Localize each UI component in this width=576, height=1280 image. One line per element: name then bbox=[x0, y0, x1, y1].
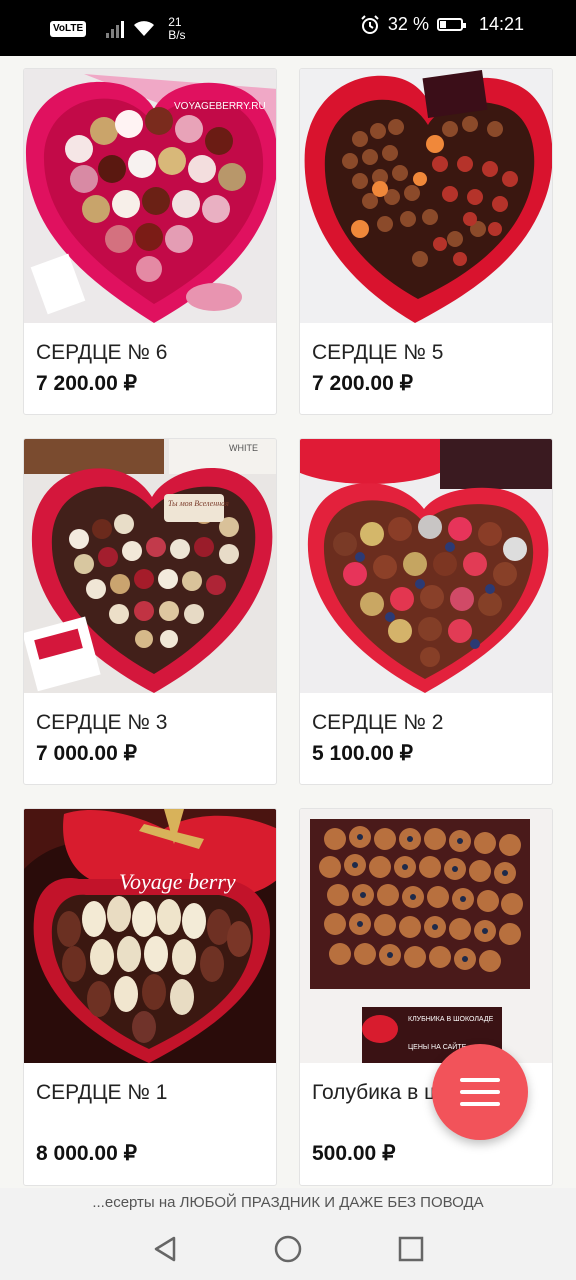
back-icon[interactable] bbox=[150, 1234, 180, 1264]
product-title[interactable]: СЕРДЦЕ № 6 bbox=[36, 337, 266, 368]
promo-marquee: ...есерты на ЛЮБОЙ ПРАЗДНИК И ДАЖЕ БЕЗ П… bbox=[0, 1188, 576, 1218]
product-title[interactable]: СЕРДЦЕ № 3 bbox=[36, 707, 266, 738]
signal-icon bbox=[106, 20, 125, 38]
home-icon[interactable] bbox=[273, 1234, 303, 1264]
battery-icon bbox=[436, 18, 466, 31]
wifi-icon bbox=[134, 21, 155, 36]
alarm-icon bbox=[361, 14, 379, 34]
battery-percent: 32 % bbox=[387, 14, 429, 34]
product-heart-text: Ты моя Вселенная bbox=[168, 499, 229, 508]
product-title[interactable]: СЕРДЦЕ № 2 bbox=[312, 707, 542, 738]
product-price: 7 000.00 ₽ bbox=[36, 742, 137, 765]
product-card[interactable]: СЕРДЦЕ № 2 5 100.00 ₽ bbox=[299, 438, 553, 785]
product-image[interactable]: Voyage berry bbox=[24, 809, 276, 1063]
recents-icon[interactable] bbox=[396, 1234, 426, 1264]
product-card[interactable]: Voyage berry СЕРДЦЕ № 1 8 000.00 ₽ bbox=[23, 808, 277, 1186]
product-price: 500.00 ₽ bbox=[312, 1142, 396, 1165]
product-title[interactable]: СЕРДЦЕ № 1 bbox=[36, 1077, 266, 1108]
menu-button[interactable] bbox=[432, 1044, 528, 1140]
product-image[interactable]: VOYAGEBERRY.RU bbox=[24, 69, 276, 323]
product-image[interactable] bbox=[300, 69, 552, 323]
product-card-text: КЛУБНИКА В ШОКОЛАДЕ bbox=[408, 1016, 494, 1023]
network-speed: 21 B/s bbox=[168, 16, 185, 42]
product-image[interactable]: КЛУБНИКА В ШОКОЛАДЕ ЦЕНЫ НА САЙТЕ bbox=[300, 809, 552, 1063]
network-speed-unit: B/s bbox=[168, 28, 186, 42]
network-speed-value: 21 bbox=[168, 15, 182, 29]
clock: 14:21 bbox=[478, 14, 524, 34]
product-price: 7 200.00 ₽ bbox=[36, 372, 137, 395]
status-bar: VoLTE 21 B/s 32 % 14:21 bbox=[0, 0, 576, 56]
hamburger-icon bbox=[460, 1078, 500, 1106]
product-card[interactable]: СЕРДЦЕ № 5 7 200.00 ₽ bbox=[299, 68, 553, 415]
volte-icon: VoLTE bbox=[50, 21, 87, 37]
product-box-label: WHITE bbox=[229, 443, 258, 453]
status-right: 32 % 14:21 bbox=[360, 14, 524, 35]
status-left: VoLTE 21 B/s bbox=[50, 16, 186, 42]
product-title[interactable]: СЕРДЦЕ № 5 bbox=[312, 337, 542, 368]
product-watermark: Voyage berry bbox=[119, 869, 236, 894]
product-image[interactable]: WHITE Ты моя Вселенная bbox=[24, 439, 276, 693]
product-price: 7 200.00 ₽ bbox=[312, 372, 413, 395]
product-card[interactable]: КЛУБНИКА В ШОКОЛАДЕ ЦЕНЫ НА САЙТЕ Голуби… bbox=[299, 808, 553, 1186]
product-card[interactable]: VOYAGEBERRY.RU СЕРДЦЕ № 6 7 200.00 ₽ bbox=[23, 68, 277, 415]
product-watermark: VOYAGEBERRY.RU bbox=[174, 101, 266, 112]
product-price: 8 000.00 ₽ bbox=[36, 1142, 137, 1165]
system-nav-bar bbox=[0, 1218, 576, 1280]
product-image[interactable] bbox=[300, 439, 552, 693]
product-price: 5 100.00 ₽ bbox=[312, 742, 413, 765]
product-card[interactable]: WHITE Ты моя Вселенная СЕРДЦЕ № 3 7 000.… bbox=[23, 438, 277, 785]
